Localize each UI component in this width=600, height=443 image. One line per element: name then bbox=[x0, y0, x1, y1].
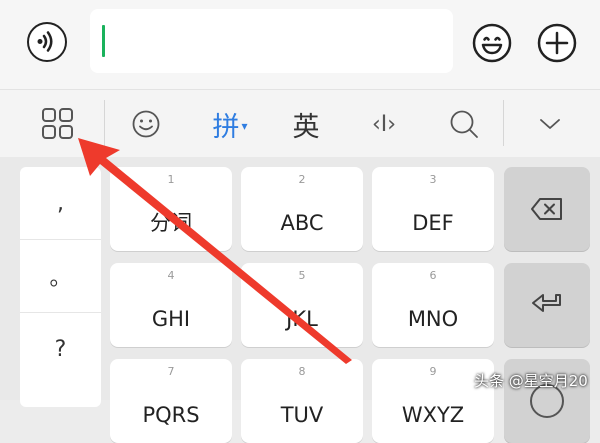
key-number: 1 bbox=[167, 173, 175, 186]
key-label: TUV bbox=[280, 403, 324, 427]
emoji-button[interactable] bbox=[471, 22, 513, 64]
key-5[interactable]: 5 JKL bbox=[241, 263, 363, 347]
key-number: 2 bbox=[298, 173, 306, 186]
key-number: 8 bbox=[298, 365, 306, 378]
key-7[interactable]: 7 PQRS bbox=[110, 359, 232, 443]
key-2[interactable]: 2 ABC bbox=[241, 167, 363, 251]
smiley-icon bbox=[132, 110, 160, 138]
key-number: 4 bbox=[167, 269, 175, 282]
key-number: 6 bbox=[429, 269, 437, 282]
toolbar-divider bbox=[503, 100, 504, 146]
emoji-icon bbox=[472, 23, 512, 63]
voice-input-icon bbox=[37, 31, 53, 52]
key-8[interactable]: 8 TUV bbox=[241, 359, 363, 443]
pinyin-mode-button[interactable]: 拼 ▾ bbox=[198, 90, 262, 158]
key-number: 5 bbox=[298, 269, 306, 282]
cursor-label: ‹I› bbox=[371, 111, 397, 137]
key-label: WXYZ bbox=[401, 403, 465, 427]
punct-key-period[interactable]: 。 bbox=[20, 240, 101, 312]
pinyin-label: 拼 bbox=[212, 111, 240, 143]
message-input[interactable] bbox=[90, 9, 453, 73]
grid-menu-button[interactable] bbox=[22, 90, 94, 158]
key-label: GHI bbox=[151, 307, 191, 331]
key-6[interactable]: 6 MNO bbox=[372, 263, 494, 347]
enter-icon bbox=[532, 294, 561, 312]
search-icon bbox=[450, 110, 478, 138]
text-cursor bbox=[102, 25, 105, 57]
key-number: 3 bbox=[429, 173, 437, 186]
key-label: JKL bbox=[286, 307, 318, 331]
english-mode-button[interactable]: 英 bbox=[278, 90, 334, 158]
watermark: 头条 @星空月20 bbox=[474, 372, 588, 390]
chevron-down-icon bbox=[540, 119, 560, 129]
search-button[interactable] bbox=[434, 90, 494, 158]
grid-menu-icon bbox=[42, 108, 73, 139]
key-label: DEF bbox=[412, 211, 454, 235]
key-4[interactable]: 4 GHI bbox=[110, 263, 232, 347]
caret-down-icon: ▾ bbox=[241, 119, 248, 133]
voice-input-button[interactable] bbox=[27, 22, 67, 62]
more-functions-button[interactable] bbox=[536, 22, 578, 64]
key-label: ABC bbox=[280, 211, 324, 235]
key-label: PQRS bbox=[142, 403, 200, 427]
cursor-control-button[interactable]: ‹I› bbox=[352, 90, 416, 158]
punctuation-column: , 。 ? bbox=[20, 167, 101, 407]
toolbar-divider bbox=[104, 100, 105, 146]
plus-icon bbox=[537, 23, 577, 63]
collapse-keyboard-button[interactable] bbox=[520, 90, 580, 158]
emoji-panel-button[interactable] bbox=[118, 90, 174, 158]
nine-key-keyboard: , 。 ? 1 分词 2 ABC 3 DEF 4 GHI 5 JKL 6 MNO bbox=[0, 157, 600, 443]
key-1[interactable]: 1 分词 bbox=[110, 167, 232, 251]
backspace-icon bbox=[531, 198, 562, 220]
key-number: 7 bbox=[167, 365, 175, 378]
chat-input-bar bbox=[0, 0, 600, 89]
backspace-key[interactable] bbox=[504, 167, 590, 251]
key-3[interactable]: 3 DEF bbox=[372, 167, 494, 251]
english-label: 英 bbox=[292, 111, 320, 143]
key-label: MNO bbox=[407, 307, 459, 331]
enter-key[interactable] bbox=[504, 263, 590, 347]
punct-key-comma[interactable]: , bbox=[20, 167, 101, 239]
ime-toolbar: 拼 ▾ 英 ‹I› bbox=[0, 89, 600, 158]
punct-key-question[interactable]: ? bbox=[20, 313, 101, 385]
key-label: 分词 bbox=[150, 211, 192, 235]
